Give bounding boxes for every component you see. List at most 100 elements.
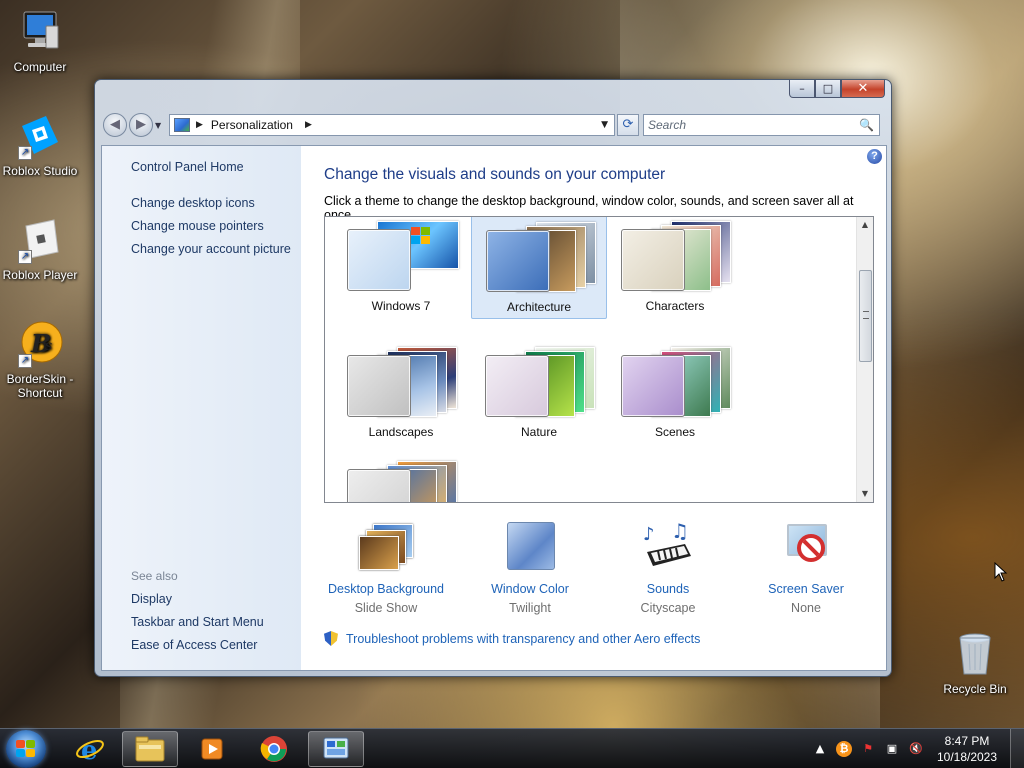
taskbar-internet-explorer[interactable]: e — [62, 731, 118, 767]
theme-partial[interactable] — [333, 455, 469, 502]
theme-nature[interactable]: Nature — [471, 341, 607, 445]
minimize-button[interactable]: – — [789, 80, 815, 98]
refresh-button[interactable]: ⟳ — [617, 114, 639, 136]
maximize-button[interactable]: □ — [815, 80, 841, 98]
theme-name: Scenes — [654, 425, 696, 439]
desktop-icon-recycle-bin[interactable]: Recycle Bin — [935, 630, 1015, 696]
windows-logo-icon — [16, 740, 36, 758]
network-icon[interactable]: ▣ — [884, 741, 900, 757]
window-color-value: Twilight — [509, 601, 551, 615]
theme-name: Nature — [520, 425, 558, 439]
grip-icon — [863, 311, 869, 319]
desktop-icon-label: Computer — [13, 60, 67, 74]
bitcoin-tray-icon[interactable]: ₿ — [836, 741, 852, 757]
page-title: Change the visuals and sounds on your co… — [324, 166, 666, 183]
screen-saver-setting[interactable]: Screen Saver None — [738, 522, 874, 615]
troubleshoot-aero-text[interactable]: Troubleshoot problems with transparency … — [346, 632, 700, 646]
desktop-icon-label: Roblox Studio — [2, 164, 78, 178]
theme-name: Landscapes — [368, 425, 434, 439]
action-center-icon[interactable]: ⚑ — [860, 741, 876, 757]
breadcrumb-personalization[interactable]: Personalization — [211, 118, 293, 132]
close-button[interactable]: ✕ — [841, 80, 885, 98]
troubleshoot-aero-link[interactable]: Troubleshoot problems with transparency … — [324, 631, 700, 646]
sounds-label[interactable]: Sounds — [600, 582, 736, 596]
internet-explorer-icon: e — [76, 736, 104, 764]
address-dropdown-icon[interactable]: ▼ — [601, 120, 608, 130]
recent-pages-dropdown[interactable]: ▼ — [155, 121, 165, 130]
taskbar-file-explorer[interactable] — [122, 731, 178, 767]
taskbar-start-menu-link[interactable]: Taskbar and Start Menu — [131, 615, 264, 629]
left-pane: Control Panel Home Change desktop icons … — [102, 146, 301, 670]
computer-icon — [16, 8, 64, 56]
theme-architecture[interactable]: Architecture — [471, 217, 607, 319]
scrollbar-thumb[interactable] — [859, 270, 872, 362]
taskbar-chrome[interactable] — [246, 731, 302, 767]
window-controls: – □ ✕ — [789, 80, 885, 98]
window-color-swatch — [347, 229, 411, 291]
theme-name: Characters — [645, 299, 705, 313]
recycle-bin-icon — [951, 630, 999, 678]
personalization-window[interactable]: – □ ✕ ◀ ▶ ▼ ▶ Personalization ▶ ▼ ⟳ 🔍 Co… — [94, 79, 892, 677]
roblox-studio-icon: ↗ — [16, 112, 64, 160]
ease-of-access-link[interactable]: Ease of Access Center — [131, 638, 257, 652]
address-bar[interactable]: ▶ Personalization ▶ ▼ — [169, 114, 615, 136]
show-hidden-icons-icon[interactable]: ▲ — [812, 741, 828, 757]
desktop-icon-borderskin[interactable]: B s ↗ BorderSkin - Shortcut — [0, 320, 80, 400]
change-account-picture-link[interactable]: Change your account picture — [131, 242, 291, 256]
theme-name: Windows 7 — [371, 299, 431, 313]
change-mouse-pointers-link[interactable]: Change mouse pointers — [131, 219, 264, 233]
windows-logo-icon — [411, 227, 431, 245]
breadcrumb-separator-icon[interactable]: ▶ — [196, 120, 203, 130]
scroll-down-arrow-icon[interactable]: ▼ — [857, 486, 873, 502]
desktop-background-setting[interactable]: Desktop Background Slide Show — [318, 522, 454, 615]
screen-saver-label[interactable]: Screen Saver — [738, 582, 874, 596]
control-panel-icon — [323, 737, 349, 759]
help-icon[interactable]: ? — [867, 149, 882, 164]
window-content: Control Panel Home Change desktop icons … — [101, 145, 887, 671]
breadcrumb-separator-icon[interactable]: ▶ — [305, 120, 312, 130]
sounds-setting[interactable]: ♪ ♫ Sounds Cityscape — [600, 519, 736, 615]
window-color-swatch — [347, 469, 411, 502]
back-button[interactable]: ◀ — [103, 113, 127, 137]
search-box[interactable]: 🔍 — [643, 114, 880, 136]
desktop-icon-roblox-player[interactable]: ↗ Roblox Player — [0, 216, 80, 282]
change-desktop-icons-link[interactable]: Change desktop icons — [131, 196, 255, 210]
screen-saver-value: None — [791, 601, 821, 615]
display-link[interactable]: Display — [131, 592, 172, 606]
borderskin-icon: B s ↗ — [16, 320, 64, 368]
search-input[interactable] — [648, 118, 848, 132]
media-player-icon — [201, 738, 223, 760]
svg-text:s: s — [45, 338, 52, 354]
window-color-swatch — [347, 355, 411, 417]
desktop-icon-computer[interactable]: Computer — [0, 8, 80, 74]
show-desktop-button[interactable] — [1010, 729, 1024, 768]
window-color-setting[interactable]: Window Color Twilight — [462, 522, 598, 615]
start-button[interactable] — [6, 730, 46, 768]
shortcut-arrow-icon: ↗ — [18, 250, 32, 264]
volume-muted-icon[interactable]: 🔇 — [908, 741, 924, 757]
clock[interactable]: 8:47 PM 10/18/2023 — [928, 733, 1006, 765]
window-color-swatch — [621, 229, 685, 291]
desktop-icon-roblox-studio[interactable]: ↗ Roblox Studio — [0, 112, 80, 178]
desktop-background-label[interactable]: Desktop Background — [318, 582, 454, 596]
see-also-heading: See also — [131, 569, 178, 583]
taskbar-media-player[interactable] — [184, 731, 240, 767]
search-icon[interactable]: 🔍 — [859, 118, 874, 132]
taskbar-control-panel[interactable] — [308, 731, 364, 767]
theme-characters[interactable]: Characters — [607, 217, 743, 319]
theme-windows-7[interactable]: Windows 7 — [333, 217, 469, 319]
theme-scenes[interactable]: Scenes — [607, 341, 743, 445]
chrome-icon — [260, 736, 287, 762]
theme-list-scrollbar[interactable]: ▲ ▼ — [856, 217, 873, 502]
forward-button[interactable]: ▶ — [129, 113, 153, 137]
clock-time: 8:47 PM — [944, 734, 990, 748]
theme-list[interactable]: Windows 7 Architecture Characters Landsc… — [324, 216, 874, 503]
window-color-label[interactable]: Window Color — [462, 582, 598, 596]
scroll-up-arrow-icon[interactable]: ▲ — [857, 217, 873, 233]
window-color-swatch — [485, 355, 549, 417]
theme-landscapes[interactable]: Landscapes — [333, 341, 469, 445]
desktop-icon-label: Roblox Player — [2, 268, 78, 282]
svg-text:♫: ♫ — [671, 522, 689, 543]
control-panel-home-link[interactable]: Control Panel Home — [131, 160, 244, 174]
theme-name: Architecture — [506, 300, 572, 314]
